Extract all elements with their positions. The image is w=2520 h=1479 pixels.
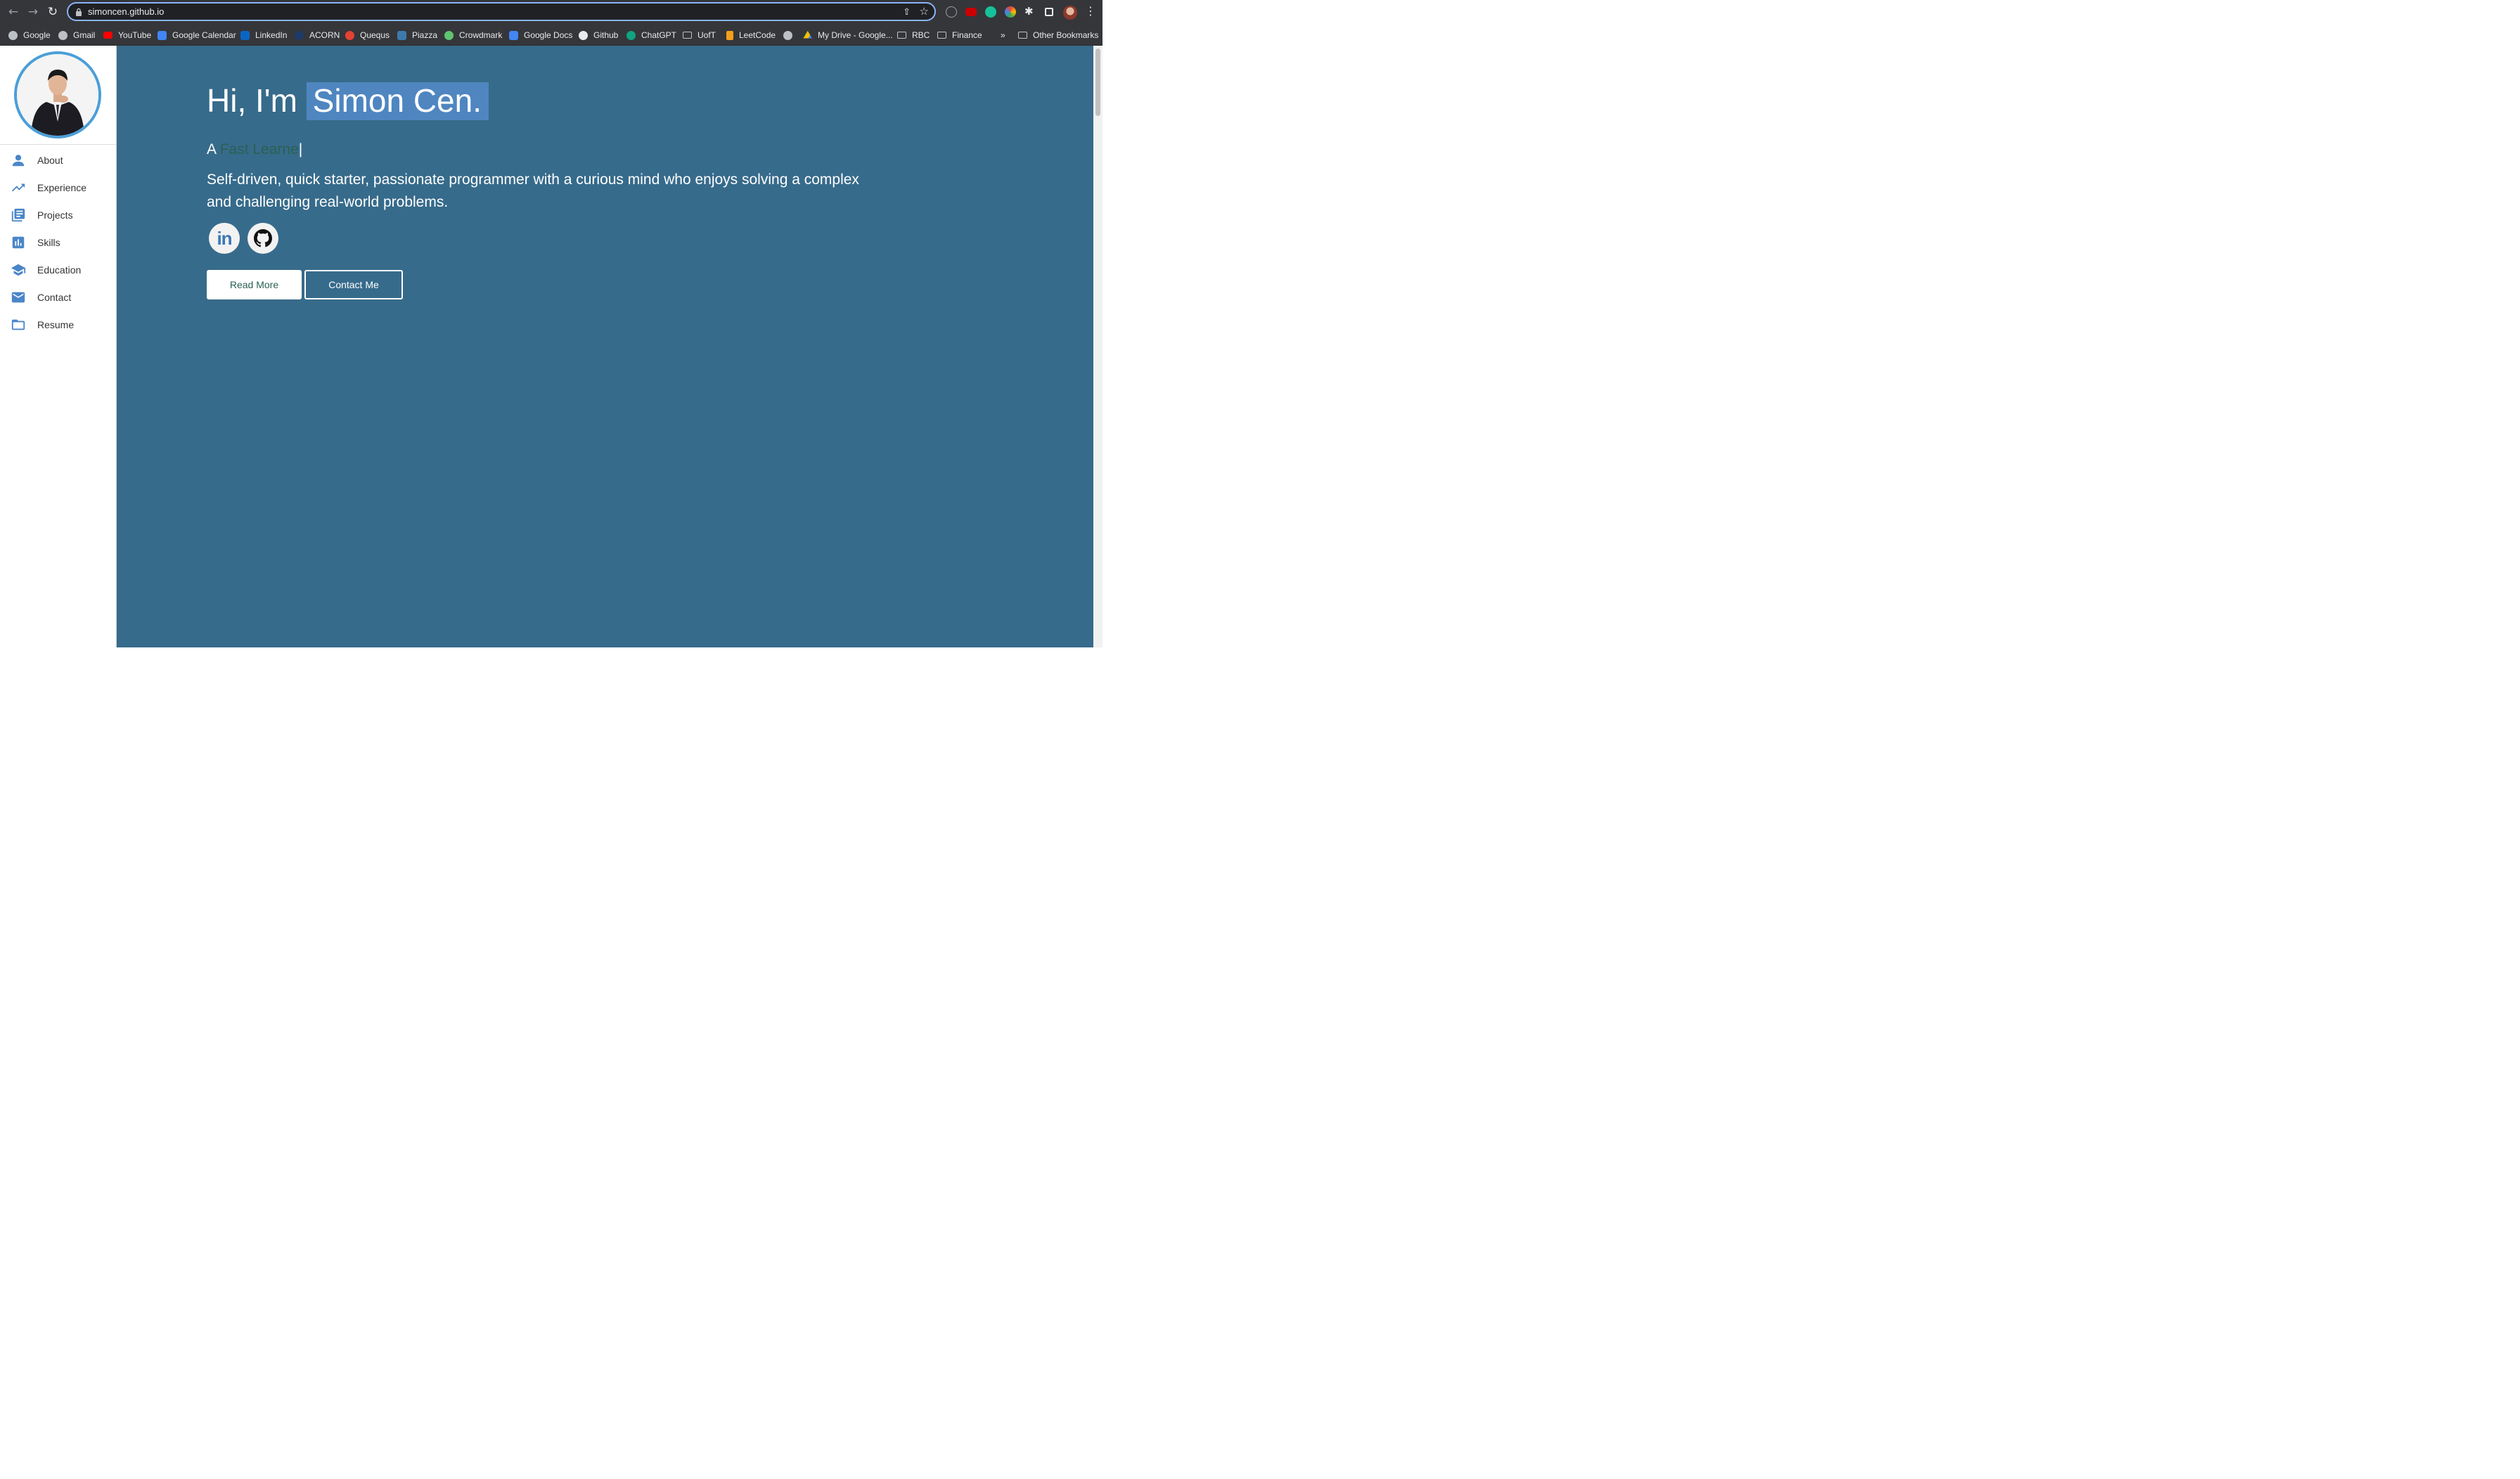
sidebar-item-education[interactable]: Education xyxy=(0,256,116,283)
profile-avatar[interactable] xyxy=(1063,6,1077,20)
url-text: simoncen.github.io xyxy=(88,6,165,17)
folder-icon xyxy=(683,32,692,39)
bookmark-google-calendar[interactable]: Google Calendar xyxy=(158,28,236,42)
folder-icon xyxy=(937,32,946,39)
sidebar-item-skills[interactable]: Skills xyxy=(0,228,116,256)
sidebar-item-label: Contact xyxy=(37,291,72,303)
sidebar-item-about[interactable]: About xyxy=(0,146,116,174)
piazza-icon xyxy=(397,30,406,40)
bookmark-crowdmark[interactable]: Crowdmark xyxy=(444,28,502,42)
sidebar-item-contact[interactable]: Contact xyxy=(0,283,116,311)
sidebar-item-label: Experience xyxy=(37,181,87,193)
bookmarks-bar: Google Gmail YouTube Google Calendar Lin… xyxy=(0,25,1102,46)
docs-icon xyxy=(509,30,518,40)
sidebar-item-label: About xyxy=(37,154,63,166)
trending-up-icon xyxy=(11,180,26,195)
github-button[interactable] xyxy=(248,223,278,254)
quercus-icon xyxy=(345,30,354,40)
youtube-icon xyxy=(103,32,112,39)
bookmark-google-docs[interactable]: Google Docs xyxy=(509,28,572,42)
bookmark-quercus[interactable]: Quequs xyxy=(345,28,390,42)
sidebar-item-experience[interactable]: Experience xyxy=(0,174,116,201)
hero-heading: Hi, I'm Simon Cen. xyxy=(207,82,489,120)
share-icon[interactable]: ⇧ xyxy=(903,6,911,18)
react-devtools-icon[interactable] xyxy=(946,6,957,18)
github-icon xyxy=(254,229,272,247)
sidebar-item-label: Projects xyxy=(37,209,73,221)
bookmarks-overflow-chevron[interactable]: » xyxy=(1001,28,1005,42)
bookmark-my-drive[interactable]: My Drive - Google... xyxy=(803,28,893,42)
crowdmark-icon xyxy=(444,30,454,40)
contact-me-button[interactable]: Contact Me xyxy=(304,270,403,299)
globe-icon xyxy=(8,30,18,40)
page-scrollbar[interactable] xyxy=(1093,46,1102,647)
bar-chart-icon xyxy=(11,235,26,250)
read-more-button[interactable]: Read More xyxy=(207,270,302,299)
role-typed-text: Fast Learne xyxy=(219,141,299,157)
sidebar-divider xyxy=(0,144,116,145)
linkedin-icon: in xyxy=(217,227,232,249)
folder-icon xyxy=(897,32,906,39)
acorn-icon xyxy=(295,30,304,40)
other-bookmarks-folder[interactable]: Other Bookmarks xyxy=(1018,28,1098,42)
chatgpt-icon xyxy=(626,30,636,40)
hero-greeting: Hi, I'm xyxy=(207,82,297,119)
globe-icon xyxy=(783,30,792,40)
github-icon xyxy=(579,30,588,40)
bookmark-chatgpt[interactable]: ChatGPT xyxy=(626,28,676,42)
more-menu-icon[interactable]: ⋮ xyxy=(1085,4,1096,18)
side-panel-icon[interactable] xyxy=(1045,8,1053,16)
leetcode-icon xyxy=(726,30,733,40)
color-picker-icon[interactable] xyxy=(1005,6,1016,18)
hero-role-typewriter: A Fast Learne| xyxy=(207,141,302,158)
hero-description: Self-driven, quick starter, passionate p… xyxy=(207,172,859,210)
person-icon xyxy=(11,153,26,168)
library-books-icon xyxy=(11,207,26,223)
reload-icon[interactable]: ↻ xyxy=(45,4,60,20)
address-bar[interactable]: simoncen.github.io ⇧ ☆ xyxy=(67,2,936,21)
bookmark-github[interactable]: Github xyxy=(579,28,618,42)
role-prefix: A xyxy=(207,141,216,157)
scrollbar-thumb[interactable] xyxy=(1095,49,1100,116)
bookmark-folder-uoft[interactable]: UofT xyxy=(683,28,716,42)
globe-icon xyxy=(58,30,68,40)
bookmark-star-icon[interactable]: ☆ xyxy=(920,5,929,18)
sidebar: About Experience Projects Skills Educati… xyxy=(0,46,117,647)
calendar-icon xyxy=(158,30,167,40)
bookmark-google[interactable]: Google xyxy=(8,28,51,42)
sidebar-item-label: Skills xyxy=(37,236,60,248)
bookmark-acorn[interactable]: ACORN xyxy=(295,28,340,42)
bookmark-youtube[interactable]: YouTube xyxy=(103,28,151,42)
folder-icon xyxy=(1018,32,1027,39)
extensions-puzzle-icon[interactable]: ✱ xyxy=(1024,5,1034,18)
sidebar-item-label: Resume xyxy=(37,318,75,330)
hero-name-highlighted: Simon Cen. xyxy=(306,82,489,120)
bookmark-folder-rbc[interactable]: RBC xyxy=(897,28,930,42)
bookmark-piazza[interactable]: Piazza xyxy=(397,28,437,42)
profile-photo-image xyxy=(17,54,98,136)
bookmark-folder-finance[interactable]: Finance xyxy=(937,28,982,42)
back-arrow-icon[interactable]: ← xyxy=(6,4,21,20)
sidebar-item-label: Education xyxy=(37,264,82,276)
google-drive-icon xyxy=(803,30,812,39)
bookmark-unnamed[interactable] xyxy=(783,28,798,42)
bookmark-leetcode[interactable]: LeetCode xyxy=(726,28,776,42)
browser-toolbar: ← → ↻ simoncen.github.io ⇧ ☆ ✱ ⋮ xyxy=(0,0,1102,25)
bookmark-gmail[interactable]: Gmail xyxy=(58,28,95,42)
lock-icon xyxy=(76,8,82,16)
mail-icon xyxy=(11,290,26,305)
graduation-cap-icon xyxy=(11,262,26,278)
folder-icon xyxy=(11,317,26,332)
youtube-extension-icon[interactable] xyxy=(965,8,977,16)
profile-photo xyxy=(14,51,101,138)
typing-cursor: | xyxy=(298,141,303,157)
linkedin-icon xyxy=(240,30,250,40)
bookmark-linkedin[interactable]: LinkedIn xyxy=(240,28,287,42)
linkedin-button[interactable]: in xyxy=(209,223,240,254)
forward-arrow-icon[interactable]: → xyxy=(25,4,41,20)
grammarly-icon[interactable] xyxy=(985,6,996,18)
sidebar-item-projects[interactable]: Projects xyxy=(0,201,116,228)
sidebar-item-resume[interactable]: Resume xyxy=(0,311,116,338)
hero-section: Hi, I'm Simon Cen. A Fast Learne| Self-d… xyxy=(117,46,1093,647)
